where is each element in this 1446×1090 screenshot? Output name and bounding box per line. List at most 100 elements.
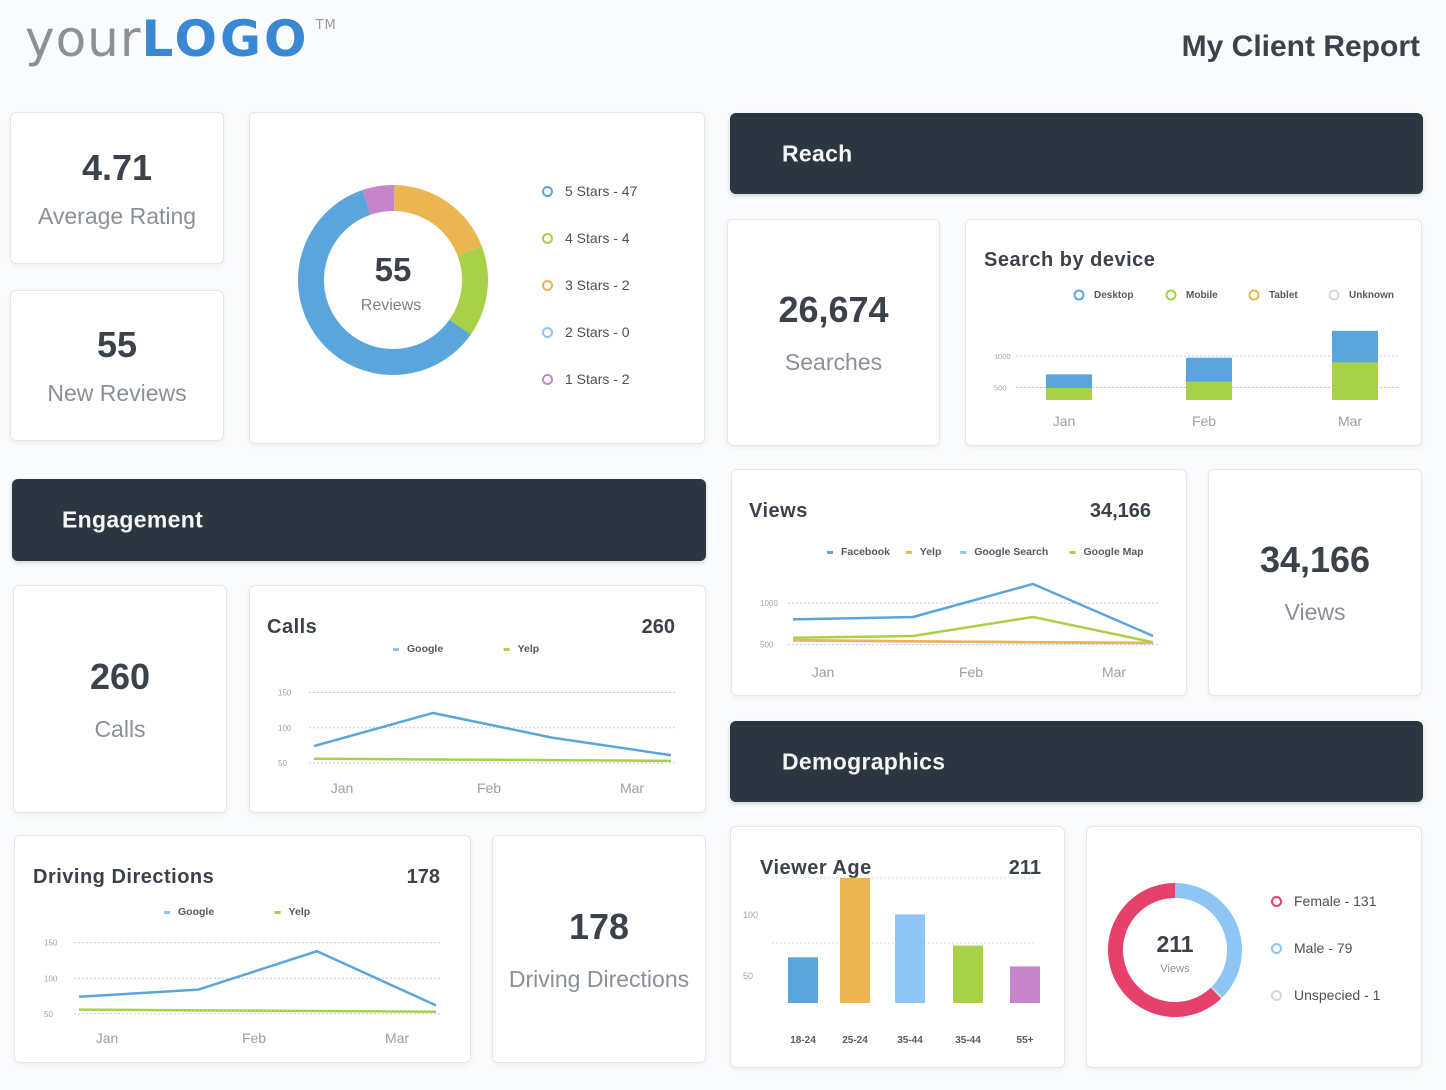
legend-label: 2 Stars - 0: [565, 324, 630, 340]
new-reviews-label: New Reviews: [47, 380, 187, 406]
x-tick-label: 35-44: [897, 1035, 923, 1046]
legend-item-google: Google: [393, 643, 443, 655]
x-tick-label: 25-24: [842, 1035, 868, 1046]
reach-section-header: Reach: [730, 113, 1423, 194]
legend-marker-icon: [1271, 942, 1282, 954]
legend-item-google: Google: [164, 906, 214, 918]
bar-mobile-jan: [1046, 388, 1092, 400]
legend-item-4-stars: 4 Stars - 4: [542, 230, 630, 246]
legend-marker-icon: [1248, 289, 1260, 301]
legend-item-desktop: Desktop: [1073, 289, 1133, 301]
bar-55-4: [1010, 966, 1040, 1003]
y-tick-label: 150: [44, 939, 58, 948]
legend-item-google-search: Google Search: [960, 546, 1048, 558]
new-reviews-card: 55 New Reviews: [10, 290, 224, 441]
x-tick-label: Feb: [477, 780, 501, 796]
legend-item-unspecied: Unspecied - 1: [1271, 987, 1380, 1003]
series-line-yelp: [313, 757, 672, 763]
legend-label: Unknown: [1349, 290, 1394, 301]
calls-line-chart: Google Yelp 50 100 150 Jan Feb Mar: [278, 643, 676, 796]
legend-item-unknown: Unknown: [1328, 289, 1394, 301]
legend-marker-icon: [542, 185, 553, 197]
x-tick-label: Feb: [1192, 413, 1216, 429]
legend-item-google-map: Google Map: [1069, 546, 1144, 558]
legend-label: Desktop: [1094, 290, 1133, 301]
legend-item-2-stars: 2 Stars - 0: [542, 324, 630, 340]
legend-swatch-icon: [905, 551, 912, 554]
legend-item-yelp: Yelp: [905, 546, 941, 558]
legend-item-3-stars: 3 Stars - 2: [542, 277, 630, 293]
legend-label: Female - 131: [1294, 893, 1377, 909]
search-by-device-chart: Desktop Mobile Tablet Unknown 500 1000 Jan Feb M…: [994, 289, 1398, 429]
legend-item-5-stars: 5 Stars - 47: [542, 183, 637, 199]
reviews-center-label: Reviews: [361, 297, 421, 314]
bar-18-24-0: [788, 957, 818, 1003]
legend-marker-icon: [1271, 895, 1282, 907]
average-rating-label: Average Rating: [37, 202, 197, 229]
bar-25-24-1: [840, 878, 870, 1003]
searches-value: 26,674: [778, 289, 889, 330]
engagement-section-title: Engagement: [62, 506, 204, 533]
bar-35-44-3: [953, 945, 983, 1003]
x-tick-label: Feb: [242, 1030, 266, 1046]
legend-item-tablet: Tablet: [1248, 289, 1298, 301]
legend-marker-icon: [542, 326, 553, 338]
x-tick-label: 35-44: [955, 1035, 981, 1046]
gender-breakdown-card: 211 Views Female - 131 Male - 79 Unspecied…: [1086, 826, 1422, 1068]
y-tick-label: 50: [278, 759, 287, 768]
viewer-age-bar-chart: 100 50 18-24 25-24 35-44 35-44 55+: [743, 877, 1040, 1046]
gender-center-value: 211: [1156, 931, 1193, 957]
searches-card: 26,674 Searches: [727, 219, 940, 446]
y-tick-label: 100: [44, 974, 58, 983]
bar-mobile-feb: [1186, 381, 1232, 400]
gender-donut-chart: 211 Views: [1108, 883, 1242, 1017]
legend-item-yelp: Yelp: [274, 906, 311, 918]
y-tick-label: 50: [44, 1010, 53, 1019]
legend-label: Google Map: [1084, 546, 1144, 558]
y-tick-label: 50: [743, 971, 753, 981]
views-line-chart: Facebook Yelp Google Search Google Map 500 10…: [760, 546, 1158, 680]
y-tick-label: 500: [994, 383, 1007, 392]
bar-mobile-mar: [1332, 362, 1378, 400]
driving-directions-label: Driving Directions: [508, 965, 690, 992]
legend-item-mobile: Mobile: [1165, 289, 1218, 301]
legend-marker-icon: [1271, 989, 1282, 1001]
x-tick-label: Mar: [1338, 413, 1362, 429]
legend-marker-icon: [1328, 289, 1340, 301]
legend-label: Google: [178, 906, 214, 918]
x-tick-label: Jan: [96, 1030, 119, 1046]
legend-item-facebook: Facebook: [827, 546, 890, 558]
legend-marker-icon: [542, 232, 553, 244]
demographics-section-header: Demographics: [730, 721, 1423, 802]
page-title: My Client Report: [1181, 30, 1420, 63]
legend-swatch-icon: [164, 911, 170, 914]
legend-item-1-stars: 1 Stars - 2: [542, 371, 630, 387]
driving-directions-card: 178 Driving Directions: [492, 835, 706, 1063]
legend-label: Yelp: [289, 906, 311, 918]
donut-slice-3-stars: [394, 185, 482, 256]
searches-label: Searches: [784, 349, 883, 375]
y-tick-label: 1000: [994, 352, 1011, 361]
engagement-section-header: Engagement: [12, 479, 706, 561]
calls-chart-card: Calls 260 Google Yelp 50 100 150 Jan Feb Mar: [249, 585, 706, 813]
reviews-donut-chart: 55 Reviews: [298, 185, 488, 375]
bar-desktop-feb: [1186, 357, 1232, 382]
series-line-yelp: [78, 1008, 437, 1013]
legend-label: Yelp: [518, 643, 540, 655]
search-by-device-card: Search by device Desktop Mobile Tablet Unkn…: [965, 219, 1422, 446]
donut-slice-4-stars: [449, 246, 488, 335]
views-value: 34,166: [1259, 539, 1371, 580]
legend-label: Google Search: [974, 546, 1048, 558]
legend-label: 3 Stars - 2: [565, 277, 630, 293]
y-tick-label: 100: [278, 724, 292, 733]
calls-value: 260: [89, 655, 151, 697]
legend-swatch-icon: [960, 551, 967, 554]
legend-marker-icon: [1165, 289, 1177, 301]
gender-center-label: Views: [1160, 963, 1190, 975]
legend-label: 5 Stars - 47: [565, 183, 638, 199]
legend-marker-icon: [542, 279, 553, 291]
y-tick-label: 150: [278, 689, 292, 698]
bar-35-44-2: [895, 914, 925, 1003]
calls-label: Calls: [94, 715, 146, 742]
x-tick-label: 18-24: [790, 1035, 816, 1046]
